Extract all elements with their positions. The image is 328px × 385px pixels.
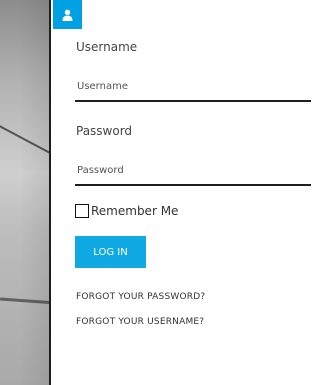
remember-me-row[interactable]: Remember Me bbox=[75, 204, 178, 218]
password-input[interactable] bbox=[75, 156, 311, 186]
user-tab[interactable] bbox=[53, 0, 82, 29]
remember-me-checkbox[interactable] bbox=[75, 204, 89, 218]
password-label: Password bbox=[76, 124, 133, 138]
user-icon bbox=[62, 9, 73, 21]
background-photo bbox=[0, 0, 56, 385]
forgot-username-link[interactable]: FORGOT YOUR USERNAME? bbox=[76, 317, 204, 327]
username-input[interactable] bbox=[75, 72, 311, 102]
login-button[interactable]: LOG IN bbox=[75, 236, 146, 268]
forgot-password-link[interactable]: FORGOT YOUR PASSWORD? bbox=[76, 292, 205, 302]
remember-me-label: Remember Me bbox=[91, 204, 179, 218]
username-label: Username bbox=[76, 40, 138, 54]
login-panel: Username Password Remember Me LOG IN FOR… bbox=[49, 0, 328, 385]
